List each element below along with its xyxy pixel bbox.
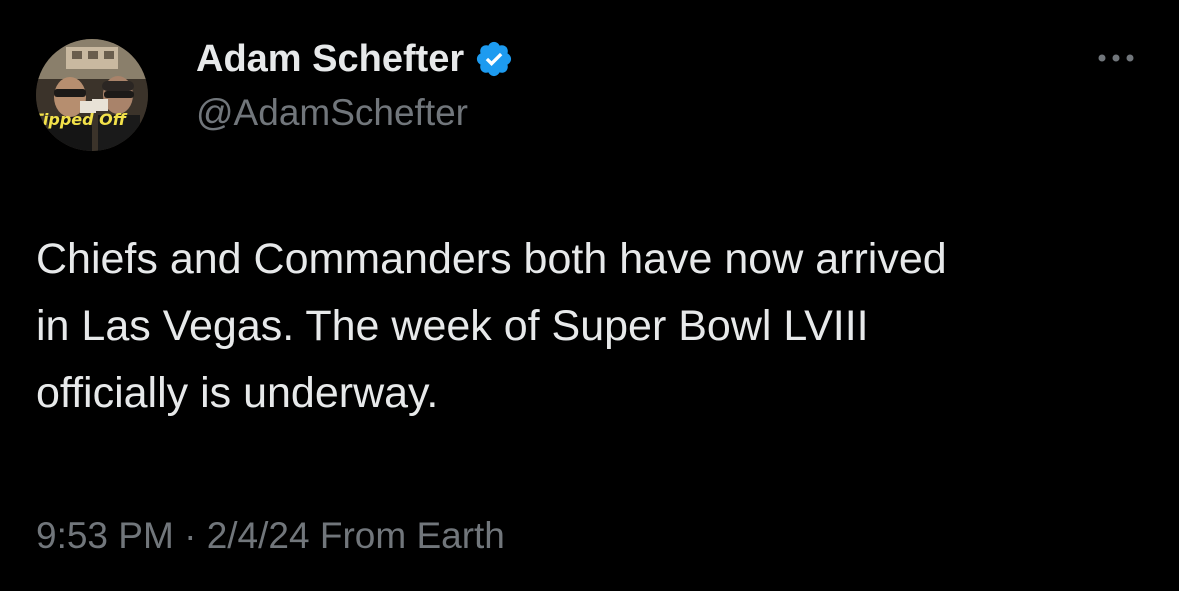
user-handle[interactable]: @AdamSchefter [196, 90, 468, 136]
verified-badge-icon[interactable] [474, 39, 514, 79]
tweet-location: From Earth [309, 515, 505, 556]
tweet-date[interactable]: 2/4/24 [207, 515, 310, 556]
more-horizontal-icon[interactable] [1092, 42, 1140, 74]
tweet-metadata: 9:53 PM · 2/4/24 From Earth [36, 512, 505, 560]
tweet-text-line: Chiefs and Commanders both have now arri… [36, 235, 947, 283]
tweet-time[interactable]: 9:53 PM [36, 515, 174, 556]
tweet-text-line: officially is underway. [36, 369, 439, 417]
svg-text:Tipped Off: Tipped Off [36, 110, 128, 129]
tweet-container: Tipped Off Adam Schefter @AdamSchefter C… [0, 0, 1179, 591]
display-name-text[interactable]: Adam Schefter [196, 36, 464, 82]
display-name[interactable]: Adam Schefter [196, 36, 514, 82]
meta-separator: · [173, 515, 207, 556]
tweet-text: Chiefs and Commanders both have now arri… [36, 226, 1136, 427]
avatar[interactable]: Tipped Off [36, 39, 148, 151]
tweet-text-line: in Las Vegas. The week of Super Bowl LVI… [36, 302, 869, 350]
avatar-image: Tipped Off [36, 39, 148, 151]
